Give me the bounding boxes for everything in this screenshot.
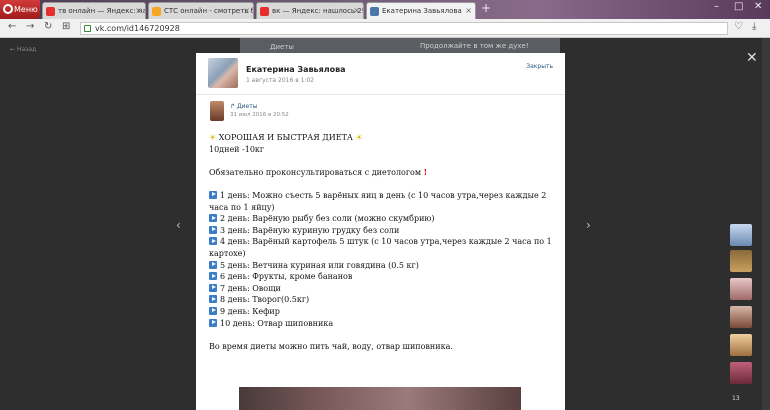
tab-1[interactable]: тв онлайн — Яндекс: наш × (42, 2, 146, 19)
back-link-label: Назад (16, 46, 37, 53)
play-emoji-icon (209, 237, 217, 246)
grid-icon[interactable]: ⊞ (62, 21, 70, 32)
play-emoji-icon (209, 318, 217, 327)
diet-day-4: 4 день: Варёный картофель 5 штук (с 10 ч… (220, 237, 552, 247)
friend-thumbnail[interactable] (730, 362, 752, 384)
sun-emoji-icon: ☀ (209, 133, 217, 142)
diet-day-4-cont: картохе) (209, 248, 246, 258)
scrollbar[interactable] (762, 38, 770, 410)
close-tab-icon[interactable]: × (243, 3, 250, 19)
navigation-toolbar: ← → ↻ ⊞ vk.com/id146720928 ♡ ⤓ (0, 19, 770, 38)
diet-day-9: 9 день: Кефир (220, 306, 280, 316)
heart-icon[interactable]: ♡ (734, 21, 743, 32)
secure-lock-icon (84, 25, 91, 32)
diet-day-7: 7 день: Овощи (220, 283, 281, 293)
post-text: ☀ ХОРОШАЯ И БЫСТРАЯ ДИЕТА ☀ 10дней -10кг… (209, 132, 559, 352)
yandex-icon (46, 7, 55, 16)
back-link[interactable]: ← Назад (10, 46, 36, 53)
forward-arrow-icon[interactable]: → (26, 21, 34, 32)
diet-footer-note: Во время диеты можно пить чай, воду, отв… (209, 341, 453, 351)
post-modal: Екатерина Завьялова 1 августа 2016 в 1:0… (196, 53, 565, 410)
tab-4-active[interactable]: Екатерина Завьялова × (366, 2, 476, 19)
sts-icon (152, 7, 161, 16)
previous-post-arrow-icon[interactable]: ‹ (176, 218, 181, 232)
underlying-feed-text: Продолжайте в том же духе! (420, 42, 529, 50)
post-header: Екатерина Завьялова 1 августа 2016 в 1:0… (196, 53, 565, 95)
address-bar[interactable]: vk.com/id146720928 (80, 22, 728, 35)
minimize-icon[interactable]: – (714, 1, 719, 12)
close-modal-link[interactable]: Закрыть (526, 63, 553, 70)
diet-day-3: 3 день: Варёную куриную грудку без соли (220, 225, 400, 235)
tab-label: СТС онлайн - смотреть б (164, 7, 254, 15)
diet-day-2: 2 день: Варёную рыбу без соли (можно ску… (220, 214, 435, 224)
underlying-feed-group: Диеты (270, 43, 294, 51)
play-emoji-icon (209, 272, 217, 281)
repost-source-avatar[interactable] (210, 101, 224, 121)
opera-logo-icon (3, 4, 13, 14)
tab-3[interactable]: вк — Яндекс: нашлось 29 × (256, 2, 364, 19)
repost-source-label: Диеты (236, 103, 258, 110)
close-window-icon[interactable]: ✕ (754, 1, 762, 12)
back-arrow-icon[interactable]: ← (8, 21, 16, 32)
vk-icon (370, 7, 379, 16)
author-avatar[interactable] (208, 58, 238, 88)
repost-date[interactable]: 31 июл 2016 в 20:52 (230, 112, 289, 118)
close-overlay-icon[interactable]: ✕ (746, 50, 758, 66)
thumbnail-count: 13 (732, 395, 740, 402)
sun-emoji-icon: ☀ (355, 133, 363, 142)
address-text: vk.com/id146720928 (95, 24, 180, 33)
friend-thumbnail[interactable] (730, 250, 752, 272)
opera-menu-button[interactable]: Меню (0, 0, 40, 19)
play-emoji-icon (209, 295, 217, 304)
repost-source-name[interactable]: ↱ Диеты (230, 103, 257, 110)
play-emoji-icon (209, 225, 217, 234)
play-emoji-icon (209, 214, 217, 223)
exclamation-emoji-icon: ! (423, 166, 428, 177)
tab-label: вк — Яндекс: нашлось 29 (272, 7, 364, 15)
diet-day-10: 10 день: Отвар шиповника (220, 318, 334, 328)
tab-bar: Меню тв онлайн — Яндекс: наш × СТС онлай… (0, 0, 770, 19)
tab-2[interactable]: СТС онлайн - смотреть б × (148, 2, 254, 19)
diet-day-5: 5 день: Ветчина куриная или говядина (0.… (220, 260, 419, 270)
friend-thumbnail[interactable] (730, 334, 752, 356)
post-subtitle: 10дней -10кг (209, 144, 265, 154)
friend-thumbnail[interactable] (730, 306, 752, 328)
play-emoji-icon (209, 283, 217, 292)
menu-label: Меню (14, 5, 38, 14)
friend-thumbnail[interactable] (730, 224, 752, 246)
post-date[interactable]: 1 августа 2016 в 1:02 (246, 77, 314, 84)
new-tab-icon[interactable]: + (481, 1, 491, 15)
next-post-arrow-icon[interactable]: › (586, 218, 591, 232)
diet-day-1-cont: часа по 1 яйцу) (209, 202, 275, 212)
friend-thumbnail[interactable] (730, 278, 752, 300)
yandex-icon (260, 7, 269, 16)
diet-day-8: 8 день: Творог(0.5кг) (220, 295, 310, 305)
close-tab-icon[interactable]: × (465, 3, 472, 19)
reload-icon[interactable]: ↻ (44, 21, 52, 32)
post-title: ХОРОШАЯ И БЫСТРАЯ ДИЕТА (218, 133, 353, 142)
author-name[interactable]: Екатерина Завьялова (246, 65, 346, 74)
play-emoji-icon (209, 260, 217, 269)
tab-label: Екатерина Завьялова (382, 7, 462, 15)
close-tab-icon[interactable]: × (353, 3, 360, 19)
play-emoji-icon (209, 306, 217, 315)
post-photo[interactable] (239, 387, 521, 410)
download-icon[interactable]: ⤓ (752, 21, 756, 32)
maximize-icon[interactable]: □ (734, 1, 743, 12)
consult-note: Обязательно проконсультироваться с дието… (209, 167, 422, 177)
diet-day-1: 1 день: Можно съесть 5 варёных яиц в ден… (220, 190, 547, 200)
close-tab-icon[interactable]: × (135, 3, 142, 19)
tab-label: тв онлайн — Яндекс: наш (58, 7, 146, 15)
diet-day-6: 6 день: Фрукты, кроме бананов (220, 272, 353, 282)
play-emoji-icon (209, 190, 217, 199)
